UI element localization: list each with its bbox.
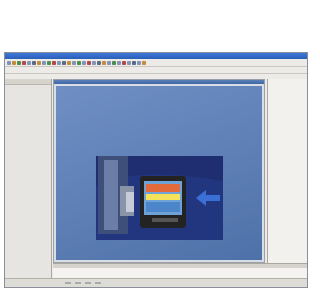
document-titlebar [54, 80, 264, 84]
toolbar-button[interactable] [122, 60, 126, 65]
toolbar-button[interactable] [127, 60, 131, 65]
navigation-panel[interactable] [5, 79, 52, 279]
toolbar-button[interactable] [62, 60, 66, 65]
status-item[interactable] [95, 282, 101, 284]
status-item[interactable] [75, 282, 81, 284]
menu-bar [5, 67, 307, 74]
toolbar-button[interactable] [47, 60, 51, 65]
toolbar-button[interactable] [57, 60, 61, 65]
status-item[interactable] [85, 282, 91, 284]
application-window [4, 52, 308, 288]
toolbar-button[interactable] [72, 60, 76, 65]
status-item[interactable] [65, 282, 71, 284]
toolbar-button[interactable] [22, 60, 26, 65]
output-panel [53, 263, 307, 279]
toolbar-button[interactable] [27, 60, 31, 65]
toolbar-button[interactable] [37, 60, 41, 65]
toolbar-button[interactable] [117, 60, 121, 65]
toolbar-button[interactable] [97, 60, 101, 65]
toolbar-button[interactable] [87, 60, 91, 65]
status-bar [5, 278, 307, 287]
toolbar-button[interactable] [42, 60, 46, 65]
toolbar-button[interactable] [102, 60, 106, 65]
toolbar-button[interactable] [52, 60, 56, 65]
toolbar-button[interactable] [17, 60, 21, 65]
property-row[interactable] [270, 109, 305, 113]
toolbar-button[interactable] [7, 60, 11, 65]
toolbar-button[interactable] [77, 60, 81, 65]
image-canvas[interactable] [56, 86, 262, 260]
toolbar-button[interactable] [92, 60, 96, 65]
main-toolbar [5, 59, 307, 67]
toolbar-button[interactable] [107, 60, 111, 65]
toolbar-button[interactable] [67, 60, 71, 65]
toolbar-button[interactable] [82, 60, 86, 65]
toolbar-button[interactable] [132, 60, 136, 65]
toolbar-button[interactable] [12, 60, 16, 65]
product-illustration [96, 156, 223, 240]
properties-panel [267, 79, 307, 263]
navigation-panel-header [5, 79, 51, 85]
toolbar-button[interactable] [137, 60, 141, 65]
toolbar-button[interactable] [112, 60, 116, 65]
toolbar-button[interactable] [32, 60, 36, 65]
toolbar-button[interactable] [142, 60, 146, 65]
document-window [53, 79, 265, 263]
output-panel-header [53, 264, 307, 268]
